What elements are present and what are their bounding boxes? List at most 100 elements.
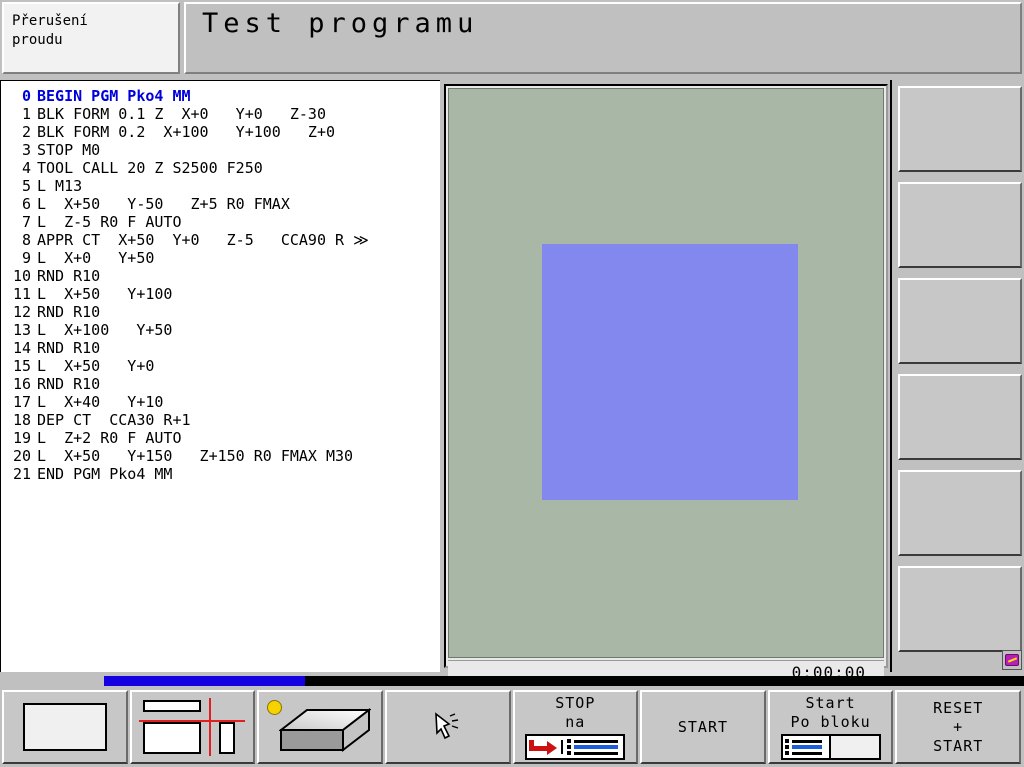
program-line[interactable]: 8 APPR CT X+50 Y+0 Z-5 CCA90 R ≫ [5, 231, 440, 249]
graphics-panel: 0:00:00 [444, 84, 888, 684]
program-line[interactable]: 21 END PGM Pko4 MM [5, 465, 440, 483]
edit-pen-glyph [1005, 654, 1019, 666]
program-line-text: BEGIN PGM Pko4 MM [37, 87, 191, 105]
program-line[interactable]: 11 L X+50 Y+100 [5, 285, 440, 303]
program-line-number: 9 [21, 249, 31, 267]
program-line-number: 6 [21, 195, 31, 213]
vertical-softkey-5[interactable] [898, 470, 1022, 556]
softkey-start[interactable]: START [640, 690, 766, 764]
program-line[interactable]: 19 L Z+2 R0 F AUTO [5, 429, 440, 447]
program-line[interactable]: 1 BLK FORM 0.1 Z X+0 Y+0 Z-30 [5, 105, 440, 123]
program-line[interactable]: 12 RND R10 [5, 303, 440, 321]
softkey-reset-start[interactable]: RESET + START [895, 690, 1021, 764]
softkey-stop-at-block[interactable]: STOP na [512, 690, 639, 764]
program-line-number: 18 [12, 411, 31, 429]
softkey-start-from-block-label: Start Po bloku [790, 694, 871, 731]
indicator-segment-1 [0, 676, 104, 686]
program-line[interactable]: 2 BLK FORM 0.2 X+100 Y+100 Z+0 [5, 123, 440, 141]
program-line-text: L M13 [37, 177, 83, 195]
header-bar: Přerušení proudu Test programu [0, 0, 1024, 78]
graphics-viewport[interactable] [448, 88, 884, 658]
status-line-1: Přerušení [12, 13, 88, 29]
program-line-number: 10 [12, 267, 31, 285]
program-line-number: 4 [21, 159, 31, 177]
softkey-stop-at-block-label: STOP na [555, 694, 596, 731]
vertical-softkey-3[interactable] [898, 278, 1022, 364]
indicator-segment-2 [104, 676, 305, 686]
program-line-text: L X+100 Y+50 [37, 321, 173, 339]
program-line-number: 21 [12, 465, 31, 483]
program-line-number: 7 [21, 213, 31, 231]
program-line[interactable]: 6 L X+50 Y-50 Z+5 R0 FMAX [5, 195, 440, 213]
program-line[interactable]: 18 DEP CT CCA30 R+1 [5, 411, 440, 429]
softkey-blank-view[interactable] [2, 690, 128, 764]
program-listing[interactable]: 0 BEGIN PGM Pko4 MM 1 BLK FORM 0.1 Z X+0 Y+… [0, 80, 440, 672]
program-line-text: STOP M0 [37, 141, 101, 159]
block-list-glyph-2 [783, 739, 824, 755]
softkey-start-label: START [677, 717, 729, 736]
program-line-text: RND R10 [37, 267, 101, 285]
program-line-text: RND R10 [37, 303, 101, 321]
program-line[interactable]: 9 L X+0 Y+50 [5, 249, 440, 267]
softkey-three-planes[interactable] [129, 690, 256, 764]
machine-status-panel: Přerušení proudu [2, 2, 180, 74]
program-line-text: L X+0 Y+50 [37, 249, 155, 267]
graphics-frame: 0:00:00 [444, 84, 888, 684]
program-line-number: 13 [12, 321, 31, 339]
program-line-text: DEP CT CCA30 R+1 [37, 411, 191, 429]
softkey-row: STOP na START Start Po bloku RESET + STA… [0, 688, 1024, 767]
vertical-softkey-2[interactable] [898, 182, 1022, 268]
page-title: Test programu [202, 8, 479, 39]
program-line-text: L Z-5 R0 F AUTO [37, 213, 182, 231]
block-list-glyph [565, 739, 620, 755]
three-planes-icon [139, 698, 246, 756]
program-line[interactable]: 0 BEGIN PGM Pko4 MM [5, 87, 440, 105]
program-line-text: L X+50 Y+150 Z+150 R0 FMAX M30 [37, 447, 354, 465]
vertical-softkey-6[interactable] [898, 566, 1022, 652]
program-line-text: L X+50 Y+100 [37, 285, 173, 303]
program-line-number: 0 [21, 87, 31, 105]
program-line-number: 11 [12, 285, 31, 303]
program-line[interactable]: 16 RND R10 [5, 375, 440, 393]
softkey-solid-model[interactable] [257, 690, 383, 764]
solid-block-icon [265, 698, 375, 756]
stop-at-block-icon [525, 734, 626, 760]
softkey-start-from-block[interactable]: Start Po bloku [767, 690, 894, 764]
program-line-number: 8 [21, 231, 31, 249]
program-line[interactable]: 13 L X+100 Y+50 [5, 321, 440, 339]
program-line[interactable]: 14 RND R10 [5, 339, 440, 357]
program-line-text: APPR CT X+50 Y+0 Z-5 CCA90 R ≫ [37, 231, 369, 249]
program-line[interactable]: 15 L X+50 Y+0 [5, 357, 440, 375]
program-line-text: L Z+2 R0 F AUTO [37, 429, 182, 447]
softkey-reset-start-label: RESET + START [933, 698, 984, 755]
vertical-softkey-4[interactable] [898, 374, 1022, 460]
program-line[interactable]: 5 L M13 [5, 177, 440, 195]
program-line-number: 16 [12, 375, 31, 393]
program-line[interactable]: 3 STOP M0 [5, 141, 440, 159]
softkey-hand-pointer[interactable] [384, 690, 511, 764]
program-line[interactable]: 7 L Z-5 R0 F AUTO [5, 213, 440, 231]
program-line-text: TOOL CALL 20 Z S2500 F250 [37, 159, 263, 177]
program-line[interactable]: 17 L X+40 Y+10 [5, 393, 440, 411]
program-line[interactable]: 4 TOOL CALL 20 Z S2500 F250 [5, 159, 440, 177]
program-line-text: L X+40 Y+10 [37, 393, 164, 411]
vertical-softkey-1[interactable] [898, 86, 1022, 172]
vertical-softkey-column [890, 80, 1024, 672]
hand-pointer-icon [433, 710, 463, 744]
program-line-number: 17 [12, 393, 31, 411]
program-line[interactable]: 20 L X+50 Y+150 Z+150 R0 FMAX M30 [5, 447, 440, 465]
program-line-number: 1 [21, 105, 31, 123]
program-line-text: END PGM Pko4 MM [37, 465, 173, 483]
program-line[interactable]: 10 RND R10 [5, 267, 440, 285]
start-from-block-icon [780, 734, 881, 760]
program-line-number: 5 [21, 177, 31, 195]
program-line-number: 12 [12, 303, 31, 321]
edit-pen-icon[interactable] [1002, 650, 1022, 670]
mode-title-bar: Test programu [184, 2, 1022, 74]
status-line-2: proudu [12, 32, 63, 48]
main-content-area: 0 BEGIN PGM Pko4 MM 1 BLK FORM 0.1 Z X+0 Y+… [0, 80, 1024, 684]
program-line-text: BLK FORM 0.2 X+100 Y+100 Z+0 [37, 123, 336, 141]
indicator-segment-3 [305, 676, 1024, 686]
program-line-number: 3 [21, 141, 31, 159]
softkey-page-indicator [0, 676, 1024, 686]
